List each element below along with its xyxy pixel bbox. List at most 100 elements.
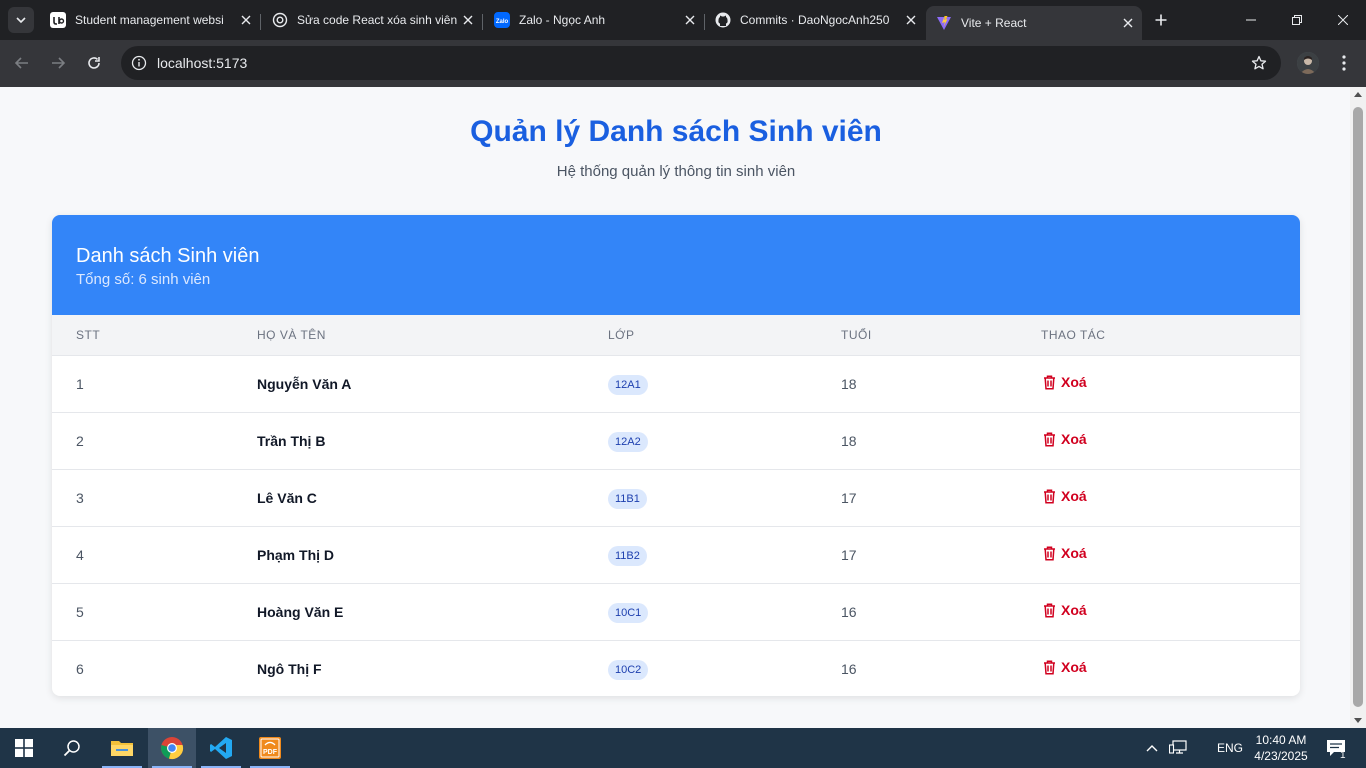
delete-label: Xoá [1061,431,1087,447]
delete-button[interactable]: Xoá [1043,659,1087,675]
browser-tab-strip: Student management websi Sửa code React … [0,0,1366,40]
reload-icon [88,57,100,69]
close-icon [1338,15,1348,25]
tab-title: Commits · DaoNgocAnh250 [740,13,890,27]
trash-icon [1044,374,1055,390]
close-window-button[interactable] [1320,0,1366,40]
search-button[interactable] [48,728,96,768]
notification-center-button[interactable]: 1 [1318,728,1354,768]
delete-button[interactable]: Xoá [1043,602,1087,618]
restore-button[interactable] [1274,0,1320,40]
chevron-up-icon [1146,745,1158,752]
class-badge: 10C1 [608,603,649,623]
trash-icon [1044,659,1055,675]
language-indicator[interactable]: ENG [1212,728,1248,768]
tab-chatgpt[interactable]: Sửa code React xóa sinh viên [262,6,483,34]
windows-logo-icon [15,739,33,757]
scroll-up-arrow-icon[interactable] [1354,92,1362,97]
url-text: localhost:5173 [157,55,248,71]
minimize-button[interactable] [1228,0,1274,40]
system-clock[interactable]: 10:40 AM 4/23/2025 [1252,732,1310,764]
network-tray-button[interactable] [1166,728,1190,768]
tab-student-management[interactable]: Student management websi [40,6,261,34]
chrome-button[interactable] [148,728,196,768]
delete-button[interactable]: Xoá [1043,374,1087,390]
column-header-class: Lớp [608,328,635,342]
tab-github-commits[interactable]: Commits · DaoNgocAnh250 [705,6,925,34]
trash-icon [1044,545,1055,561]
student-count: Tổng số: 6 sinh viên [76,271,211,288]
tab-search-button[interactable] [8,7,34,33]
table-row: 1 Nguyễn Văn A 12A1 18 Xoá [52,355,1300,412]
browser-toolbar: localhost:5173 [0,40,1366,87]
pdf-app-button[interactable]: PDF [246,728,294,768]
card-header: Danh sách Sinh viên Tổng số: 6 sinh viên [52,215,1300,315]
name-cell: Trần Thị B [257,433,326,449]
delete-button[interactable]: Xoá [1043,488,1087,504]
close-tab-icon[interactable] [458,10,478,30]
table-row: 5 Hoàng Văn E 10C1 16 Xoá [52,583,1300,640]
file-explorer-button[interactable] [98,728,146,768]
new-tab-button[interactable] [1150,9,1172,31]
back-button[interactable] [10,51,34,75]
forward-button[interactable] [46,51,70,75]
start-button[interactable] [0,728,48,768]
zalo-icon: Zalo [494,12,510,28]
show-hidden-icons-button[interactable] [1142,728,1162,768]
name-cell: Ngô Thị F [257,661,322,677]
profile-avatar[interactable] [1297,52,1319,74]
table-header: STT Họ và tên Lớp Tuổi Thao tác [52,315,1300,355]
column-header-name: Họ và tên [257,328,326,342]
card-title: Danh sách Sinh viên [76,245,260,267]
browser-menu-button[interactable] [1333,51,1355,75]
page-subtitle: Hệ thống quản lý thông tin sinh viên [556,163,796,180]
address-bar[interactable]: localhost:5173 [121,46,1281,80]
tab-title: Zalo - Ngọc Anh [519,13,606,27]
tab-zalo[interactable]: Zalo Zalo - Ngọc Anh [484,6,705,34]
class-badge: 10C2 [608,660,649,680]
close-tab-icon[interactable] [901,10,921,30]
age-cell: 17 [841,547,857,563]
plus-icon [1155,14,1167,26]
name-cell: Nguyễn Văn A [257,376,352,392]
stt-cell: 6 [76,661,84,677]
udemy-icon [50,12,66,28]
more-vert-icon [1342,55,1346,71]
close-tab-icon[interactable] [1118,13,1138,33]
page-title: Quản lý Danh sách Sinh viên [470,115,882,148]
class-badge: 11B1 [608,489,647,509]
name-cell: Phạm Thị D [257,547,335,563]
delete-label: Xoá [1061,659,1087,675]
minimize-icon [1246,19,1256,21]
clock-date: 4/23/2025 [1254,749,1308,763]
class-badge: 11B2 [608,546,647,566]
site-info-icon[interactable] [129,53,149,73]
delete-label: Xoá [1061,545,1087,561]
trash-icon [1044,431,1055,447]
age-cell: 17 [841,490,857,506]
tab-title: Student management websi [75,13,224,27]
chatgpt-icon [272,12,288,28]
reload-button[interactable] [82,51,106,75]
tab-vite-react[interactable]: Vite + React [926,6,1142,40]
name-cell: Hoàng Văn E [257,604,344,620]
age-cell: 18 [841,376,857,392]
tab-title: Vite + React [961,16,1027,30]
page-scrollbar[interactable] [1350,87,1366,728]
delete-button[interactable]: Xoá [1043,545,1087,561]
close-tab-icon[interactable] [236,10,256,30]
trash-icon [1044,602,1055,618]
vscode-button[interactable] [197,728,245,768]
restore-icon [1292,15,1302,25]
scrollbar-thumb[interactable] [1353,107,1363,707]
svg-text:Zalo: Zalo [496,19,509,25]
page-viewport: Quản lý Danh sách Sinh viên Hệ thống quả… [0,87,1350,728]
pdf-icon: PDF [259,737,281,759]
bookmark-star-icon[interactable] [1249,53,1269,73]
column-header-stt: STT [76,328,101,342]
scroll-down-arrow-icon[interactable] [1354,718,1362,723]
close-tab-icon[interactable] [680,10,700,30]
stt-cell: 5 [76,604,84,620]
windows-taskbar: PDF ENG 10:40 AM 4/23/2025 1 [0,728,1366,768]
delete-button[interactable]: Xoá [1043,431,1087,447]
